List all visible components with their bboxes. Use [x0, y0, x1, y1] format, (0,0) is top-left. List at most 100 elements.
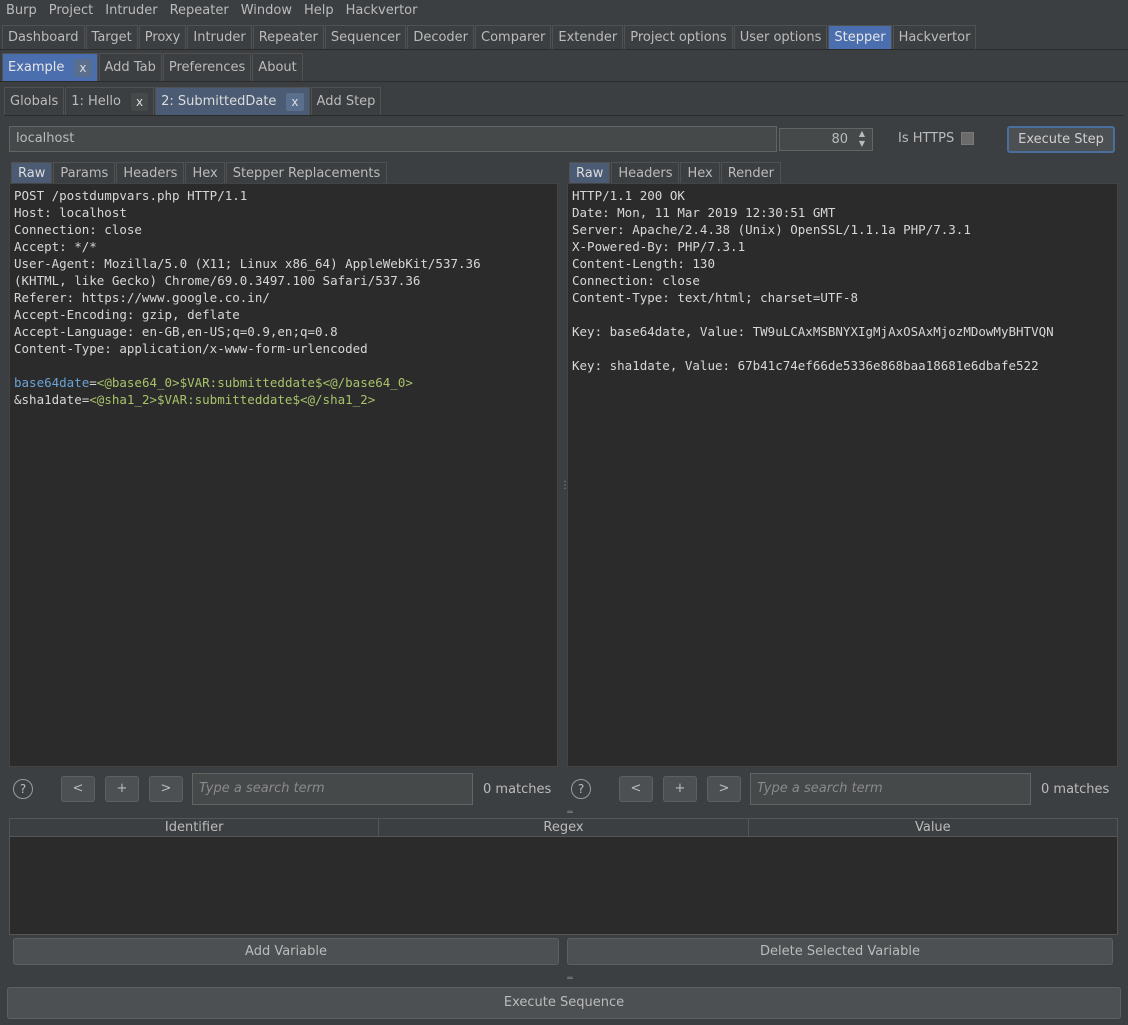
add-step-button[interactable]: Add Step: [310, 87, 382, 115]
tab-project-options[interactable]: Project options: [624, 25, 733, 49]
step-tab-label: 2: SubmittedDate: [161, 93, 277, 109]
preferences-tab[interactable]: Preferences: [162, 53, 252, 81]
search-input[interactable]: Type a search term: [750, 773, 1031, 805]
editor-line: Host: localhost: [14, 205, 127, 220]
menu-help[interactable]: Help: [298, 0, 340, 22]
variables-table[interactable]: Identifier Regex Value: [9, 818, 1118, 935]
execute-step-button[interactable]: Execute Step: [1007, 126, 1115, 153]
editor-line: Connection: close: [14, 222, 142, 237]
tab-comparer[interactable]: Comparer: [475, 25, 552, 49]
previous-button[interactable]: <: [61, 776, 95, 802]
request-tab-raw[interactable]: Raw: [11, 162, 53, 184]
editor-line: User-Agent: Mozilla/5.0 (X11; Linux x86_…: [14, 256, 481, 271]
main-tab-bar: Dashboard Target Proxy Intruder Repeater…: [0, 25, 1128, 50]
editor-line: Connection: close: [572, 273, 700, 288]
request-tab-params[interactable]: Params: [53, 162, 116, 184]
request-search-bar: ? < + > Type a search term 0 matches: [13, 772, 558, 806]
editor-line: (KHTML, like Gecko) Chrome/69.0.3497.100…: [14, 273, 421, 288]
https-checkbox[interactable]: [961, 132, 974, 145]
help-icon[interactable]: ?: [13, 779, 33, 799]
help-icon[interactable]: ?: [571, 779, 591, 799]
editor-line: Key: sha1date, Value: 67b41c74ef66de5336…: [572, 358, 1039, 373]
column-identifier[interactable]: Identifier: [10, 819, 380, 836]
param-value: <@sha1_2>$VAR:submitteddate$<@/sha1_2>: [89, 392, 376, 407]
column-value[interactable]: Value: [749, 819, 1117, 836]
step-tab-bar: Globals 1: Hello x 2: SubmittedDate x Ad…: [4, 87, 1124, 116]
menu-project[interactable]: Project: [43, 0, 99, 22]
step-tab-hello[interactable]: 1: Hello x: [65, 87, 155, 115]
tab-extender[interactable]: Extender: [552, 25, 624, 49]
sequence-tab-label: Example: [8, 59, 65, 75]
editor-line: Accept-Encoding: gzip, deflate: [14, 307, 240, 322]
sequence-tab-example[interactable]: Example x: [2, 53, 98, 81]
spinner-down-icon[interactable]: ▼: [853, 139, 871, 149]
match-count: 0 matches: [1041, 781, 1110, 797]
previous-button[interactable]: <: [619, 776, 653, 802]
editor-line: Content-Type: text/html; charset=UTF-8: [572, 290, 858, 305]
port-spinner[interactable]: ▲ ▼: [853, 129, 871, 150]
response-tab-render[interactable]: Render: [720, 162, 781, 184]
host-input[interactable]: localhost: [9, 126, 777, 152]
editor-line: X-Powered-By: PHP/7.3.1: [572, 239, 746, 254]
add-tab-button[interactable]: Add Tab: [98, 53, 162, 81]
spinner-up-icon[interactable]: ▲: [853, 129, 871, 139]
request-tab-bar: Raw Params Headers Hex Stepper Replaceme…: [11, 162, 557, 184]
close-icon[interactable]: x: [74, 58, 92, 77]
next-button[interactable]: >: [149, 776, 183, 802]
tab-repeater[interactable]: Repeater: [252, 25, 324, 49]
param-equals: =: [89, 375, 97, 390]
execute-sequence-button[interactable]: Execute Sequence: [7, 987, 1121, 1019]
tab-decoder[interactable]: Decoder: [407, 25, 475, 49]
search-input[interactable]: Type a search term: [192, 773, 473, 805]
menu-bar: Burp Project Intruder Repeater Window He…: [0, 0, 1128, 22]
param-name: &sha1date: [14, 392, 82, 407]
response-tab-hex[interactable]: Hex: [680, 162, 720, 184]
menu-burp[interactable]: Burp: [0, 0, 43, 22]
https-label: Is HTTPS: [898, 131, 955, 146]
response-tab-raw[interactable]: Raw: [569, 162, 611, 184]
close-icon[interactable]: x: [130, 92, 149, 111]
request-tab-headers[interactable]: Headers: [116, 162, 185, 184]
delete-variable-button[interactable]: Delete Selected Variable: [567, 938, 1113, 965]
body-param-line: base64date=<@base64_0>$VAR:submitteddate…: [14, 374, 553, 391]
response-search-bar: ? < + > Type a search term 0 matches: [571, 772, 1118, 806]
response-tab-bar: Raw Headers Hex Render: [569, 162, 1117, 184]
body-param-line: &sha1date=<@sha1_2>$VAR:submitteddate$<@…: [14, 391, 553, 408]
tab-target[interactable]: Target: [85, 25, 138, 49]
step-tab-submitteddate[interactable]: 2: SubmittedDate x: [155, 87, 310, 115]
about-tab[interactable]: About: [252, 53, 303, 81]
step-tab-label: 1: Hello: [71, 93, 121, 109]
tab-sequencer[interactable]: Sequencer: [324, 25, 407, 49]
menu-hackvertor[interactable]: Hackvertor: [340, 0, 424, 22]
tab-dashboard[interactable]: Dashboard: [2, 25, 85, 49]
horizontal-splitter[interactable]: ═: [560, 808, 580, 818]
request-tab-stepper-replacements[interactable]: Stepper Replacements: [225, 162, 388, 184]
editor-line: HTTP/1.1 200 OK: [572, 188, 685, 203]
tab-hackvertor[interactable]: Hackvertor: [892, 25, 977, 49]
table-header: Identifier Regex Value: [10, 819, 1117, 837]
add-button[interactable]: +: [105, 776, 139, 802]
tab-proxy[interactable]: Proxy: [138, 25, 187, 49]
tab-stepper[interactable]: Stepper: [828, 25, 892, 49]
match-count: 0 matches: [483, 781, 552, 797]
column-regex[interactable]: Regex: [379, 819, 749, 836]
response-editor[interactable]: HTTP/1.1 200 OK Date: Mon, 11 Mar 2019 12…: [567, 183, 1118, 767]
response-tab-headers[interactable]: Headers: [611, 162, 680, 184]
menu-intruder[interactable]: Intruder: [99, 0, 163, 22]
close-icon[interactable]: x: [286, 92, 304, 111]
add-button[interactable]: +: [663, 776, 697, 802]
request-editor[interactable]: POST /postdumpvars.php HTTP/1.1 Host: loc…: [9, 183, 558, 767]
next-button[interactable]: >: [707, 776, 741, 802]
tab-user-options[interactable]: User options: [733, 25, 828, 49]
menu-window[interactable]: Window: [235, 0, 298, 22]
request-tab-hex[interactable]: Hex: [185, 162, 225, 184]
step-tab-globals[interactable]: Globals: [4, 87, 65, 115]
menu-repeater[interactable]: Repeater: [164, 0, 235, 22]
tab-intruder[interactable]: Intruder: [187, 25, 252, 49]
add-variable-button[interactable]: Add Variable: [13, 938, 559, 965]
horizontal-splitter[interactable]: ═: [560, 974, 580, 984]
vertical-splitter[interactable]: ⋮: [560, 480, 570, 498]
